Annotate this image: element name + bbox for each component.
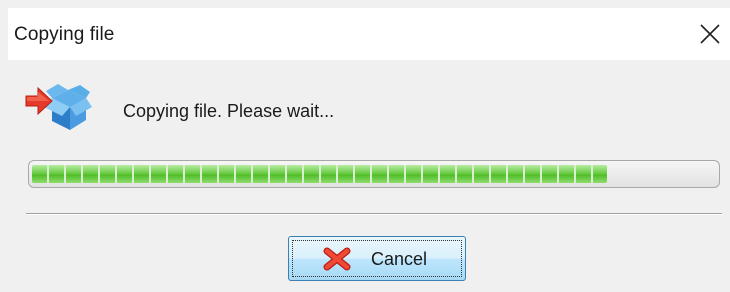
separator [26,213,722,215]
status-message: Copying file. Please wait... [123,101,335,121]
red-x-icon [323,247,351,271]
window-title: Copying file [14,24,115,45]
progress-bar [28,160,720,188]
progress-fill [32,165,607,183]
close-icon [700,24,720,44]
dialog-content: Copying file. Please wait... Cancel [8,60,730,292]
close-button[interactable] [690,18,730,50]
cancel-button[interactable]: Cancel [288,236,466,281]
copy-dialog: Copying file Copying file. Please wait..… [0,0,730,292]
cancel-label: Cancel [371,249,428,269]
title-bar: Copying file [8,8,730,60]
copy-box-icon [25,84,92,130]
